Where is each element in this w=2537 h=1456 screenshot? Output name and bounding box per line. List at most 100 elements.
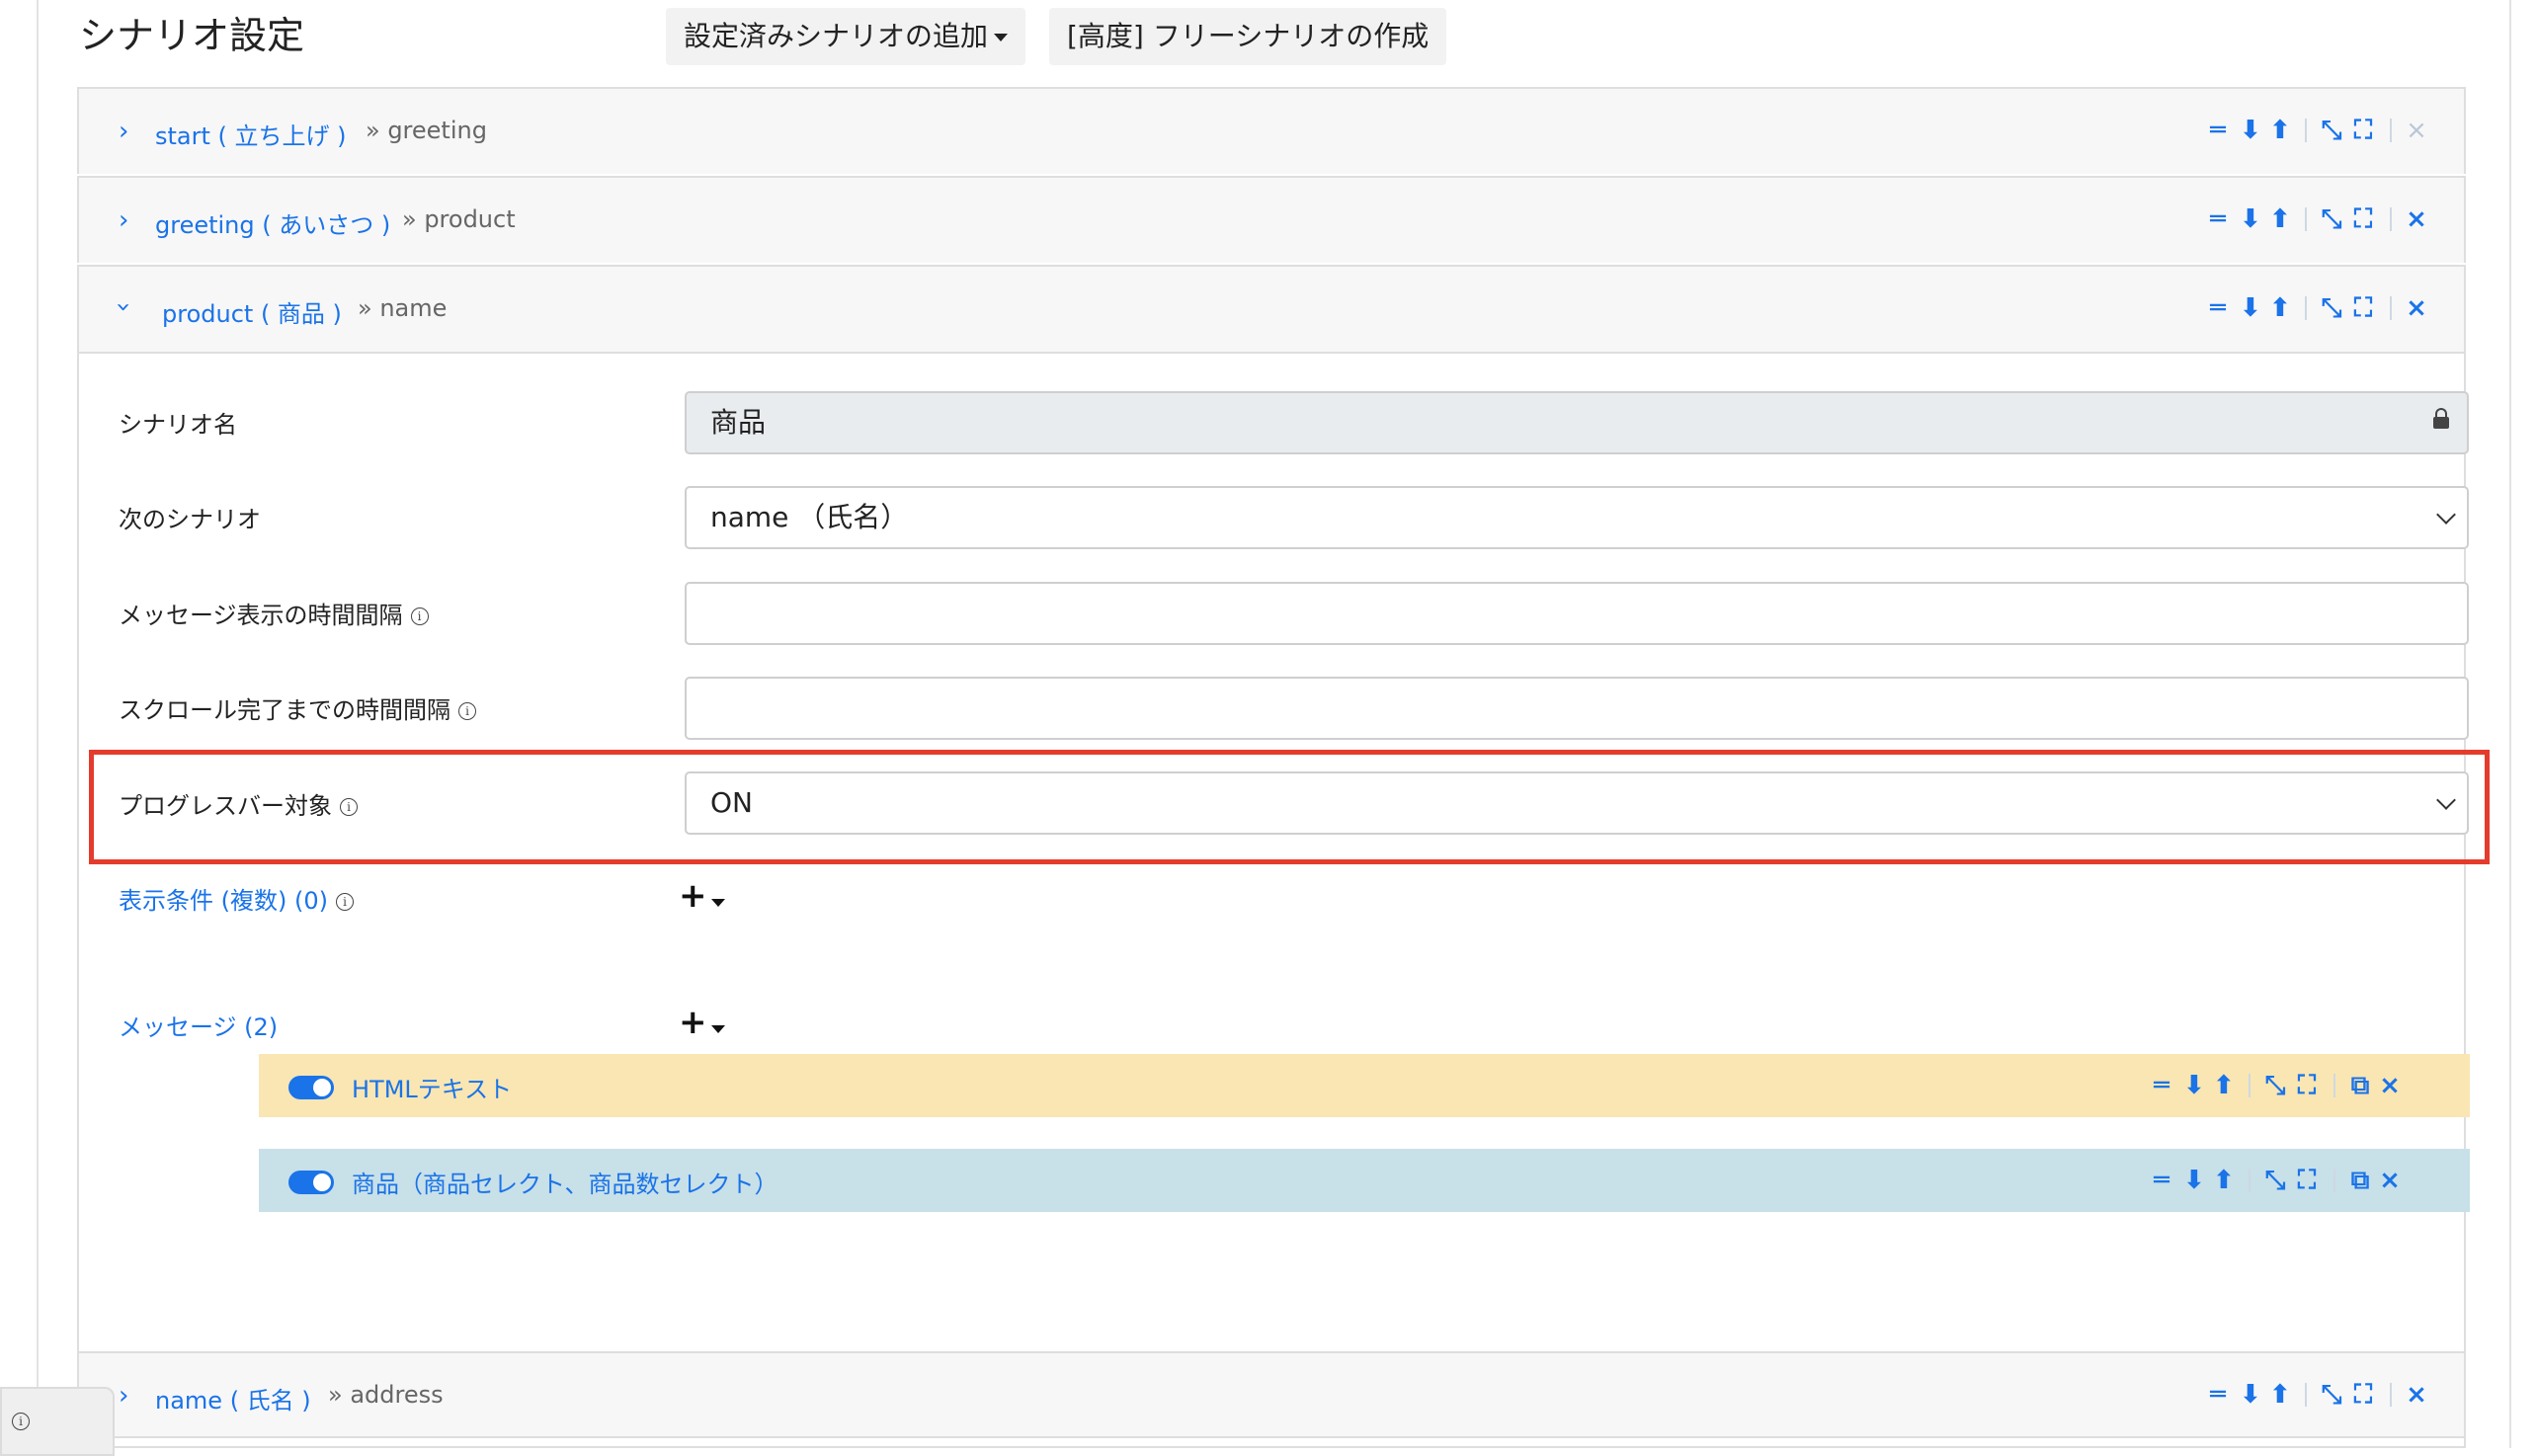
copy-icon[interactable]: ⧉ (2345, 1166, 2375, 1195)
floating-tab[interactable]: i (0, 1387, 115, 1456)
chevron-right-icon[interactable]: › (119, 119, 128, 144)
reorder-icon[interactable]: ═ (2206, 293, 2230, 323)
move-down-icon[interactable]: ⬇ (2236, 116, 2265, 145)
expand-icon[interactable]: ⛶ (2290, 1166, 2324, 1195)
create-free-scenario-button[interactable]: [高度] フリーシナリオの作成 (1049, 8, 1447, 65)
info-icon[interactable]: i (335, 893, 354, 911)
copy-icon[interactable]: ⧉ (2345, 1071, 2375, 1100)
message-label[interactable]: 商品（商品セレクト、商品数セレクト） (352, 1165, 778, 1199)
scenario-name-link[interactable]: name ( 氏名 ) (155, 1381, 311, 1416)
move-up-icon[interactable]: ⬆ (2209, 1071, 2239, 1100)
next-scenario-value: name （氏名） (710, 501, 909, 533)
scenario-next-text: » name (358, 294, 448, 322)
info-icon[interactable]: i (458, 702, 476, 720)
scenario-toolbar: ═ ⬇ ⬆ ⤡ ⛶ × (2206, 293, 2431, 323)
scenario-name-label: シナリオ名 (119, 411, 237, 439)
scenario-name-link[interactable]: product ( 商品 ) (162, 294, 342, 329)
display-conditions-link[interactable]: 表示条件 (複数) (0) (119, 887, 328, 915)
message-label[interactable]: HTMLテキスト (352, 1070, 512, 1104)
collapse-all-icon[interactable]: ⤡ (2317, 1380, 2346, 1410)
scenario-card-greeting: › greeting ( あいさつ ) » product ═ ⬇ ⬆ ⤡ ⛶ … (77, 176, 2466, 263)
enable-toggle[interactable] (288, 1076, 334, 1099)
collapse-icon[interactable]: ⤡ (2260, 1166, 2290, 1195)
toolbar-divider (2390, 207, 2392, 231)
move-up-icon[interactable]: ⬆ (2265, 116, 2295, 145)
close-icon: × (2406, 116, 2427, 145)
close-icon[interactable]: × (2402, 293, 2431, 323)
close-icon[interactable]: × (2375, 1166, 2405, 1195)
page-title: シナリオ設定 (79, 14, 305, 57)
scenario-header[interactable]: › greeting ( あいさつ ) » product ═ ⬇ ⬆ ⤡ ⛶ … (79, 178, 2464, 263)
info-icon[interactable]: i (12, 1413, 30, 1430)
lock-icon (2433, 408, 2449, 429)
reorder-icon[interactable]: ═ (2206, 204, 2230, 234)
scenario-header[interactable]: › name ( 氏名 ) » address ═ ⬇ ⬆ ⤡ ⛶ × (79, 1353, 2464, 1438)
message-item-product[interactable]: 商品（商品セレクト、商品数セレクト） ═ ⬇ ⬆ ⤡ ⛶ ⧉ × (259, 1149, 2470, 1212)
close-icon[interactable]: × (2402, 1380, 2431, 1410)
scenario-header[interactable]: › product ( 商品 ) » name ═ ⬇ ⬆ ⤡ ⛶ × (79, 267, 2464, 354)
add-scenario-label: 設定済みシナリオの追加 (684, 20, 989, 52)
expand-all-icon[interactable]: ⛶ (2346, 204, 2380, 234)
message-item-html[interactable]: HTMLテキスト ═ ⬇ ⬆ ⤡ ⛶ ⧉ × (259, 1054, 2470, 1117)
chevron-down-icon[interactable]: › (109, 302, 138, 312)
plus-icon: + (679, 1003, 707, 1042)
collapse-all-icon[interactable]: ⤡ (2317, 204, 2346, 234)
move-down-icon[interactable]: ⬇ (2236, 204, 2265, 234)
move-up-icon[interactable]: ⬆ (2209, 1166, 2239, 1195)
next-scenario-label: 次のシナリオ (119, 506, 261, 533)
add-scenario-dropdown-button[interactable]: 設定済みシナリオの追加 (666, 8, 1026, 65)
chevron-down-icon (2436, 505, 2456, 525)
collapse-all-icon[interactable]: ⤡ (2317, 293, 2346, 323)
display-conditions-group: 表示条件 (複数) (0) i (119, 881, 354, 916)
caret-down-icon (710, 1024, 725, 1033)
chevron-right-icon[interactable]: › (119, 1383, 128, 1409)
messages-link[interactable]: メッセージ (2) (119, 1008, 278, 1042)
collapse-all-icon[interactable]: ⤡ (2317, 116, 2346, 145)
scroll-interval-label: スクロール完了までの時間間隔 (119, 696, 450, 724)
collapse-icon[interactable]: ⤡ (2260, 1071, 2290, 1100)
move-up-icon[interactable]: ⬆ (2265, 1380, 2295, 1410)
message-interval-label-group: メッセージ表示の時間間隔 i (119, 596, 429, 630)
toolbar-divider (2249, 1169, 2251, 1192)
move-down-icon[interactable]: ⬇ (2179, 1166, 2209, 1195)
caret-down-icon (710, 898, 725, 907)
move-up-icon[interactable]: ⬆ (2265, 293, 2295, 323)
scenario-name-input: 商品 (685, 391, 2469, 454)
toolbar-divider (2390, 296, 2392, 320)
enable-toggle[interactable] (288, 1171, 334, 1194)
expand-all-icon[interactable]: ⛶ (2346, 116, 2380, 145)
toolbar-divider (2390, 119, 2392, 142)
move-down-icon[interactable]: ⬇ (2179, 1071, 2209, 1100)
plus-icon: + (679, 876, 707, 916)
reorder-icon[interactable]: ═ (2206, 116, 2230, 145)
toolbar-divider (2305, 1383, 2307, 1407)
chevron-right-icon[interactable]: › (119, 207, 128, 233)
next-scenario-select[interactable]: name （氏名） (685, 486, 2469, 549)
move-down-icon[interactable]: ⬇ (2236, 293, 2265, 323)
add-condition-dropdown[interactable]: + (679, 879, 725, 913)
scenario-header[interactable]: › start ( 立ち上げ ) » greeting ═ ⬇ ⬆ ⤡ ⛶ × (79, 89, 2464, 174)
toolbar-divider (2333, 1074, 2335, 1097)
expand-all-icon[interactable]: ⛶ (2346, 1380, 2380, 1410)
close-icon[interactable]: × (2402, 204, 2431, 234)
move-down-icon[interactable]: ⬇ (2236, 1380, 2265, 1410)
close-icon[interactable]: × (2375, 1071, 2405, 1100)
reorder-icon[interactable]: ═ (2150, 1071, 2173, 1100)
expand-all-icon[interactable]: ⛶ (2346, 293, 2380, 323)
reorder-icon[interactable]: ═ (2206, 1380, 2230, 1410)
add-message-dropdown[interactable]: + (679, 1006, 725, 1039)
message-interval-input[interactable] (685, 582, 2469, 645)
scenario-card-name: › name ( 氏名 ) » address ═ ⬇ ⬆ ⤡ ⛶ × (77, 1351, 2466, 1448)
info-icon[interactable]: i (410, 607, 429, 625)
message-toolbar: ═ ⬇ ⬆ ⤡ ⛶ ⧉ × (2150, 1071, 2405, 1100)
scroll-interval-input[interactable] (685, 677, 2469, 740)
reorder-icon[interactable]: ═ (2150, 1166, 2173, 1195)
scenario-name-link[interactable]: greeting ( あいさつ ) (155, 205, 390, 240)
toolbar-divider (2305, 207, 2307, 231)
scenario-toolbar: ═ ⬇ ⬆ ⤡ ⛶ × (2206, 1380, 2431, 1410)
scenario-name-link[interactable]: start ( 立ち上げ ) (155, 117, 347, 151)
toolbar-divider (2305, 296, 2307, 320)
move-up-icon[interactable]: ⬆ (2265, 204, 2295, 234)
expand-icon[interactable]: ⛶ (2290, 1071, 2324, 1100)
left-divider (37, 0, 39, 1448)
